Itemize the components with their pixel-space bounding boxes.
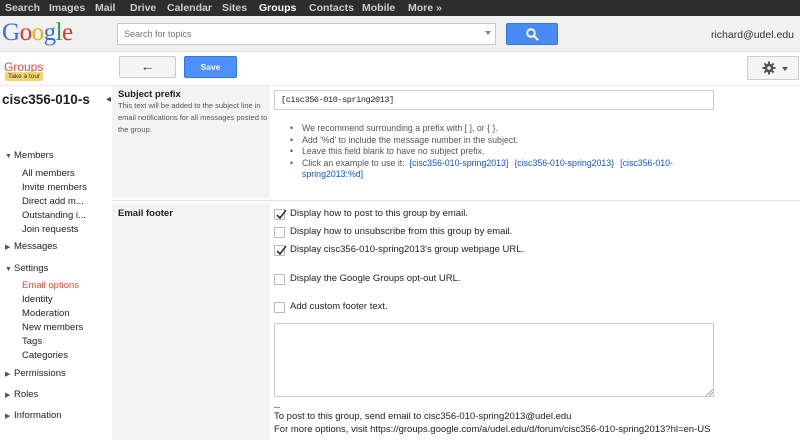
hint-item: We recommend surrounding a prefix with [… [290, 123, 730, 135]
settings-button[interactable] [747, 56, 799, 80]
back-button[interactable]: ← [119, 56, 176, 78]
sidebar-section-roles[interactable]: ▶ Roles [5, 389, 38, 400]
example-link[interactable]: {cisc356-010-spring2013} [514, 158, 614, 168]
expanded-triangle-icon: ▼ [5, 153, 12, 160]
sidebar-item-categories[interactable]: Categories [22, 350, 68, 361]
example-link[interactable]: [cisc356-010-spring2013] [410, 158, 509, 168]
nav-mobile[interactable]: Mobile [362, 2, 395, 14]
hint-item: Leave this field blank to have no subjec… [290, 146, 730, 158]
sidebar-item-invite-members[interactable]: Invite members [22, 182, 87, 193]
toolbar: Groups Take a tour ← Save [0, 52, 800, 86]
expanded-triangle-icon: ▼ [5, 266, 12, 273]
take-tour-badge[interactable]: Take a tour [5, 72, 44, 81]
section-divider [112, 200, 800, 201]
search-input[interactable] [118, 24, 478, 44]
sidebar-section-members[interactable]: ▼ Members [5, 150, 54, 161]
collapsed-triangle-icon: ▶ [5, 413, 11, 420]
checkbox[interactable] [274, 245, 287, 256]
subject-prefix-title: Subject prefix [118, 89, 181, 100]
collapse-sidebar-icon[interactable]: ◂ [106, 94, 111, 105]
collapsed-triangle-icon: ▶ [5, 371, 11, 378]
footer-preview-line: For more options, visit https://groups.g… [274, 424, 711, 435]
sidebar-item-outstanding[interactable]: Outstanding i... [22, 210, 86, 221]
checkmark-icon [276, 245, 287, 256]
search-options-chevron-icon[interactable] [485, 31, 491, 35]
header: Google richard@udel.edu [0, 16, 800, 52]
sidebar-item-join-requests[interactable]: Join requests [22, 224, 79, 235]
subject-prefix-description: This text will be added to the subject l… [118, 101, 268, 134]
resize-grip-icon[interactable] [706, 389, 713, 396]
google-logo[interactable]: Google [2, 19, 74, 49]
email-footer-title: Email footer [118, 208, 173, 219]
checkbox[interactable] [274, 302, 285, 313]
search-box[interactable] [117, 23, 496, 45]
sidebar-item-moderation[interactable]: Moderation [22, 308, 70, 319]
hint-item: Add '%d' to include the message number i… [290, 135, 730, 147]
subject-prefix-hints: We recommend surrounding a prefix with [… [290, 123, 730, 181]
account-email[interactable]: richard@udel.edu [711, 29, 794, 41]
sidebar-item-tags[interactable]: Tags [22, 336, 42, 347]
save-button[interactable]: Save [184, 56, 237, 78]
sidebar-section-information[interactable]: ▶ Information [5, 410, 62, 421]
nav-search[interactable]: Search [5, 2, 40, 14]
checkbox[interactable] [274, 274, 285, 285]
sidebar: cisc356-010-s ◂ ▼ Members All members Inv… [0, 86, 112, 440]
subject-prefix-input[interactable]: [cisc356-010-spring2013] [274, 90, 714, 110]
sidebar-section-messages[interactable]: ▶ Messages [5, 241, 57, 252]
nav-contacts[interactable]: Contacts [309, 2, 354, 14]
custom-footer-textarea[interactable] [274, 323, 714, 397]
sidebar-section-settings[interactable]: ▼ Settings [5, 263, 48, 274]
back-arrow-icon: ← [140, 58, 155, 74]
examples-intro: Click an example to use it: [302, 157, 405, 168]
nav-more[interactable]: More » [408, 2, 442, 14]
gear-icon [762, 61, 776, 75]
sidebar-item-identity[interactable]: Identity [22, 294, 53, 305]
collapsed-triangle-icon: ▶ [5, 244, 11, 251]
checkbox-label: Add custom footer text. [290, 301, 388, 312]
settings-panel: Subject prefix This text will be added t… [112, 86, 800, 440]
nav-sites[interactable]: Sites [222, 2, 247, 14]
sidebar-item-direct-add[interactable]: Direct add m... [22, 196, 84, 207]
checkbox-label: Display the Google Groups opt-out URL. [290, 273, 461, 284]
hint-examples: Click an example to use it: [cisc356-010… [290, 158, 730, 181]
sidebar-item-email-options[interactable]: Email options [22, 280, 79, 291]
nav-mail[interactable]: Mail [95, 2, 115, 14]
collapsed-triangle-icon: ▶ [5, 392, 11, 399]
nav-images[interactable]: Images [49, 2, 85, 14]
sidebar-item-all-members[interactable]: All members [22, 168, 75, 179]
checkbox[interactable] [274, 227, 285, 238]
search-icon [526, 28, 539, 41]
group-name[interactable]: cisc356-010-s [2, 92, 90, 107]
checkbox-label: Display cisc356-010-spring2013's group w… [290, 244, 525, 255]
sidebar-section-permissions[interactable]: ▶ Permissions [5, 368, 66, 379]
footer-preview-line: To post to this group, send email to cis… [274, 411, 572, 422]
search-button[interactable] [506, 23, 558, 45]
sidebar-item-new-members[interactable]: New members [22, 322, 83, 333]
subject-prefix-label-column: Subject prefix This text will be added t… [112, 86, 270, 198]
checkmark-icon [276, 209, 287, 220]
checkbox-label: Display how to unsubscribe from this gro… [290, 226, 513, 237]
checkbox[interactable] [274, 209, 287, 220]
chevron-down-icon [782, 67, 788, 71]
nav-calendar[interactable]: Calendar [167, 2, 212, 14]
nav-drive[interactable]: Drive [130, 2, 156, 14]
google-bar: Search Images Mail Drive Calendar Sites … [0, 0, 800, 16]
nav-groups[interactable]: Groups [259, 2, 296, 14]
checkbox-label: Display how to post to this group by ema… [290, 208, 468, 219]
email-footer-label-column: Email footer [112, 204, 270, 440]
